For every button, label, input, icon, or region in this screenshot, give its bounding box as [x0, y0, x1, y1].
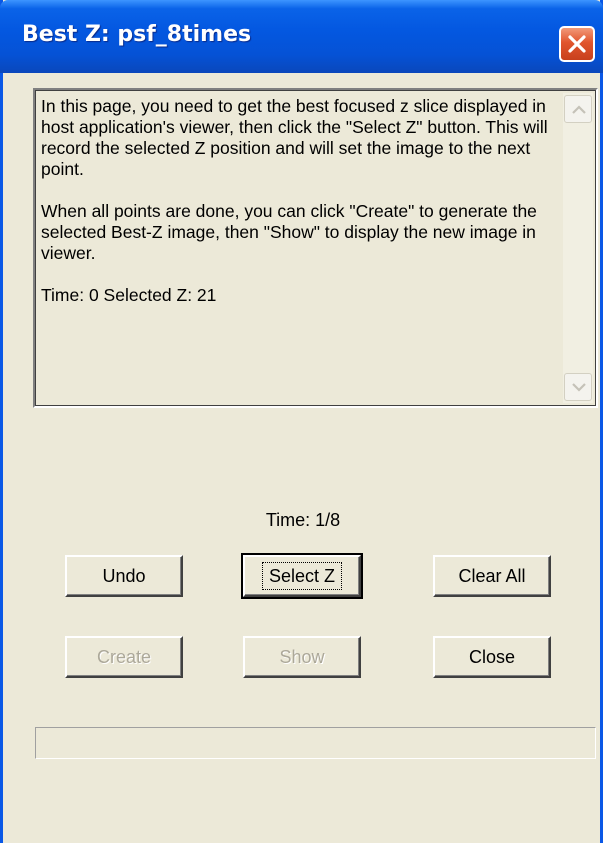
time-counter: Time: 1/8 [265, 510, 341, 530]
show-button-label: Show [279, 647, 325, 667]
instructions-textbox[interactable]: In this page, you need to get the best f… [33, 88, 598, 408]
select-z-button-label: Select Z [261, 562, 343, 590]
scroll-up-button[interactable] [564, 95, 592, 123]
close-button[interactable]: Close [433, 636, 551, 678]
close-button-label: Close [468, 647, 516, 667]
clear-all-button-label: Clear All [458, 566, 526, 586]
instructions-paragraph-2: When all points are done, you can click … [41, 201, 537, 263]
vertical-scrollbar[interactable] [563, 93, 593, 403]
close-icon [568, 35, 586, 53]
title-bar[interactable]: Best Z: psf_8times [0, 0, 603, 73]
undo-button-label: Undo [102, 566, 146, 586]
instructions-text: In this page, you need to get the best f… [41, 96, 556, 306]
window-title: Best Z: psf_8times [22, 22, 252, 47]
progress-bar [35, 727, 596, 759]
best-z-dialog: Best Z: psf_8times In this page, you nee… [0, 0, 603, 843]
scroll-down-button[interactable] [564, 373, 592, 401]
create-button-label: Create [96, 647, 152, 667]
clear-all-button[interactable]: Clear All [433, 555, 551, 597]
instructions-paragraph-1: In this page, you need to get the best f… [41, 96, 548, 179]
show-button[interactable]: Show [243, 636, 361, 678]
close-window-button[interactable] [559, 26, 595, 62]
chevron-up-icon [572, 105, 586, 114]
select-z-button[interactable]: Select Z [241, 553, 363, 599]
undo-button[interactable]: Undo [65, 555, 183, 597]
selection-status: Time: 0 Selected Z: 21 [41, 285, 217, 305]
chevron-down-icon [572, 383, 586, 392]
create-button[interactable]: Create [65, 636, 183, 678]
